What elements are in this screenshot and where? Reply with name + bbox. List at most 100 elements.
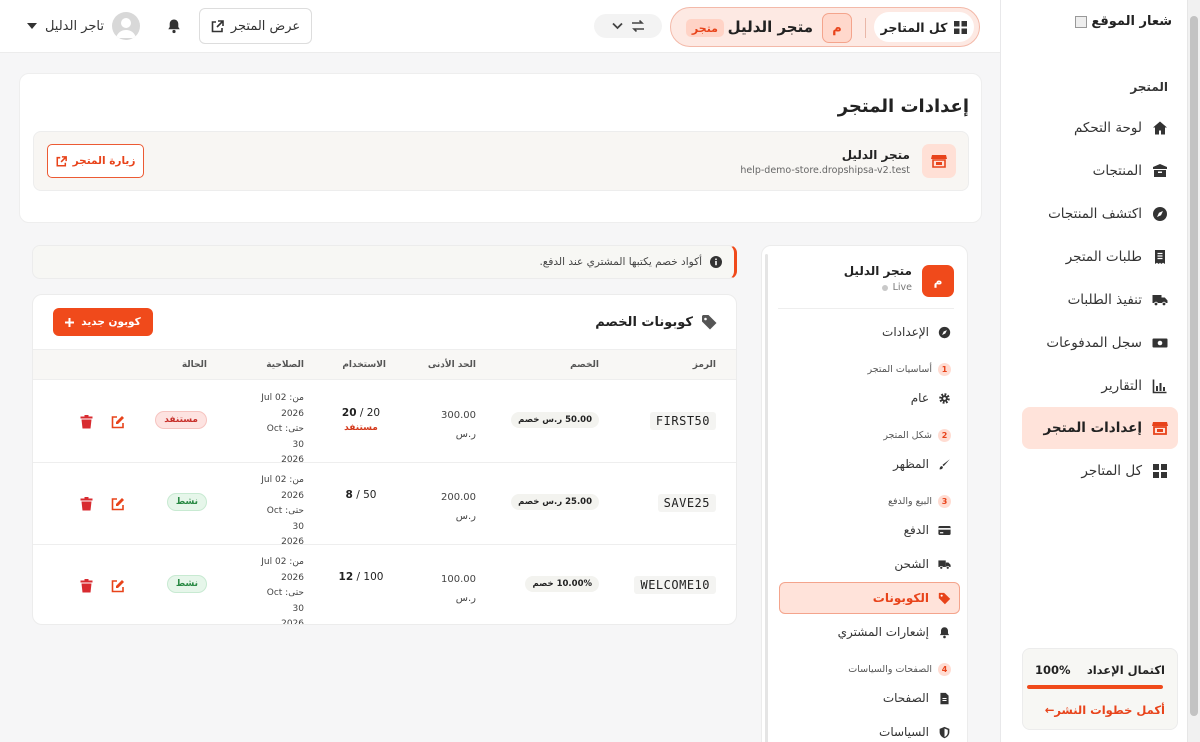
complete-setup-link[interactable]: أكمل خطوات النشر← bbox=[1045, 703, 1165, 717]
settings-menu-item[interactable]: الصفحات bbox=[786, 683, 954, 713]
valid-from-year: 2026 bbox=[281, 408, 304, 419]
edit-icon[interactable] bbox=[111, 415, 125, 429]
tag-icon bbox=[938, 592, 951, 605]
top-header: كل المتاجر م متجر الدليل متجر عرض المتجر… bbox=[0, 0, 1000, 53]
trash-icon[interactable] bbox=[80, 579, 93, 593]
settings-menu-item[interactable]: السياسات bbox=[786, 717, 954, 742]
bell-icon[interactable] bbox=[166, 18, 182, 34]
settings-menu-item[interactable]: عام bbox=[786, 383, 954, 413]
valid-from-month: Jul bbox=[261, 393, 273, 403]
group-number: 1 bbox=[938, 363, 951, 376]
settings-menu-label: السياسات bbox=[879, 725, 929, 739]
sidebar-item[interactable]: اكتشف المنتجات bbox=[1022, 192, 1178, 235]
setup-percent: 100% bbox=[1035, 663, 1071, 677]
sidebar-scrollbar[interactable] bbox=[1187, 0, 1200, 742]
truck-icon bbox=[1152, 292, 1168, 308]
file-icon bbox=[938, 692, 951, 705]
valid-from-year: 2026 bbox=[281, 490, 304, 501]
sidebar-item[interactable]: كل المتاجر bbox=[1022, 449, 1178, 492]
settings-menu-label: الكوبونات bbox=[872, 591, 929, 605]
sidebar-item[interactable]: سجل المدفوعات bbox=[1022, 321, 1178, 364]
settings-menu-item[interactable]: المظهر bbox=[786, 449, 954, 479]
edit-icon[interactable] bbox=[111, 497, 125, 511]
tags-icon bbox=[702, 315, 717, 330]
col-min: الحد الأدنى bbox=[427, 360, 476, 370]
trash-icon[interactable] bbox=[80, 415, 93, 429]
discount-pill: 50.00 ر.س خصم bbox=[511, 412, 599, 428]
setup-progress-fill bbox=[1027, 685, 1163, 689]
trash-icon[interactable] bbox=[80, 497, 93, 511]
pill-divider bbox=[865, 18, 866, 38]
coupon-code: SAVE25 bbox=[657, 494, 716, 512]
sidebar-item[interactable]: إعدادات المتجر bbox=[1022, 407, 1178, 449]
settings-menu-item[interactable]: الكوبونات bbox=[779, 582, 960, 614]
settings-menu-label: عام bbox=[910, 391, 929, 405]
sidebar-item-label: كل المتاجر bbox=[1081, 462, 1142, 479]
coupons-title: كوبونات الخصم bbox=[595, 314, 718, 331]
settings-group-label: 3 البيع والدفع bbox=[888, 495, 951, 508]
box-icon bbox=[1152, 163, 1168, 179]
user-menu[interactable]: تاجر الدليل bbox=[26, 12, 140, 40]
valid-to-year: 2026 bbox=[281, 619, 304, 625]
sidebar-item[interactable]: طلبات المتجر bbox=[1022, 235, 1178, 278]
settings-menu-label: الشحن bbox=[894, 557, 929, 571]
settings-menu-label: المظهر bbox=[893, 457, 929, 471]
sidebar-nav: لوحة التحكم المنتجات اكتشف المنتجات طلبات ا… bbox=[1022, 106, 1178, 492]
sidebar-item[interactable]: تنفيذ الطلبات bbox=[1022, 278, 1178, 321]
truck-icon bbox=[938, 558, 951, 571]
all-stores-button[interactable]: كل المتاجر bbox=[874, 12, 974, 42]
logo-text: شعار الموقع bbox=[1091, 14, 1172, 29]
col-validity: الصلاحية bbox=[266, 360, 304, 370]
usage-used: 8 bbox=[345, 489, 353, 501]
status-badge: مستنفد bbox=[155, 411, 207, 429]
usage-note: مستنفد bbox=[344, 423, 378, 433]
store-icon bbox=[1152, 420, 1168, 436]
store-switch-dropdown[interactable] bbox=[594, 14, 662, 38]
discount-pill: 25.00 ر.س خصم bbox=[511, 494, 599, 510]
page-title: إعدادات المتجر bbox=[837, 96, 969, 117]
edit-icon[interactable] bbox=[111, 579, 125, 593]
info-text: أكواد خصم يكتبها المشتري عند الدفع. bbox=[539, 256, 702, 268]
usage-used: 12 bbox=[338, 571, 354, 583]
visit-store-label: زيارة المتجر bbox=[72, 155, 136, 167]
usage-limit: 100 bbox=[363, 571, 384, 583]
store-url: help-demo-store.dropshipsa-v2.test bbox=[740, 165, 910, 176]
sidebar-item[interactable]: لوحة التحكم bbox=[1022, 106, 1178, 149]
all-stores-label: كل المتاجر bbox=[880, 19, 948, 35]
new-coupon-button[interactable]: كوبون جديد bbox=[53, 308, 153, 336]
sidebar-item-label: لوحة التحكم bbox=[1073, 119, 1142, 136]
valid-from-month: Jul bbox=[261, 557, 273, 567]
view-store-button[interactable]: عرض المتجر bbox=[199, 8, 312, 44]
divider bbox=[778, 308, 954, 309]
settings-menu-item[interactable]: إشعارات المشتري bbox=[786, 617, 954, 647]
min-amount-currency: ر.س bbox=[455, 511, 476, 522]
settings-menu-item[interactable]: الإعدادات bbox=[786, 317, 954, 347]
sidebar-item-label: اكتشف المنتجات bbox=[1048, 205, 1142, 222]
external-link-icon bbox=[56, 155, 67, 166]
sidebar-item[interactable]: التقارير bbox=[1022, 364, 1178, 407]
settings-menu-item[interactable]: الدفع bbox=[786, 515, 954, 545]
min-amount: 300.00 ر.س bbox=[441, 406, 476, 444]
scrollbar-thumb[interactable] bbox=[1190, 16, 1198, 716]
settings-menu-label: الدفع bbox=[903, 523, 929, 537]
settings-menu-item[interactable]: الشحن bbox=[786, 549, 954, 579]
page-header-card: إعدادات المتجر متجر الدليل help-demo-sto… bbox=[19, 73, 982, 223]
plus-icon bbox=[65, 317, 75, 327]
store-name: متجر الدليل bbox=[843, 264, 912, 278]
settings-group-label: 2 شكل المتجر bbox=[883, 429, 951, 442]
valid-from-label: من: 02 bbox=[274, 475, 304, 485]
valid-to-label: حتى: Oct 30 bbox=[266, 588, 304, 614]
min-amount: 100.00 ر.س bbox=[441, 570, 476, 608]
store-switcher-pill[interactable]: كل المتاجر م متجر الدليل متجر bbox=[670, 7, 980, 47]
valid-from-label: من: 02 bbox=[274, 557, 304, 567]
chevron-down-icon bbox=[611, 22, 623, 30]
group-title: شكل المتجر bbox=[883, 430, 932, 441]
visit-store-button[interactable]: زيارة المتجر bbox=[47, 144, 144, 178]
group-number: 4 bbox=[938, 663, 951, 676]
col-status: الحالة bbox=[181, 360, 207, 370]
sidebar-item[interactable]: المنتجات bbox=[1022, 149, 1178, 192]
settings-menu-label: الإعدادات bbox=[882, 325, 929, 339]
site-logo[interactable]: شعار الموقع bbox=[1075, 14, 1172, 29]
receipt-icon bbox=[1152, 249, 1168, 265]
table-row: FIRST50 50.00 ر.س خصم 300.00 ر.س 20 / 20 مستن… bbox=[33, 381, 736, 465]
